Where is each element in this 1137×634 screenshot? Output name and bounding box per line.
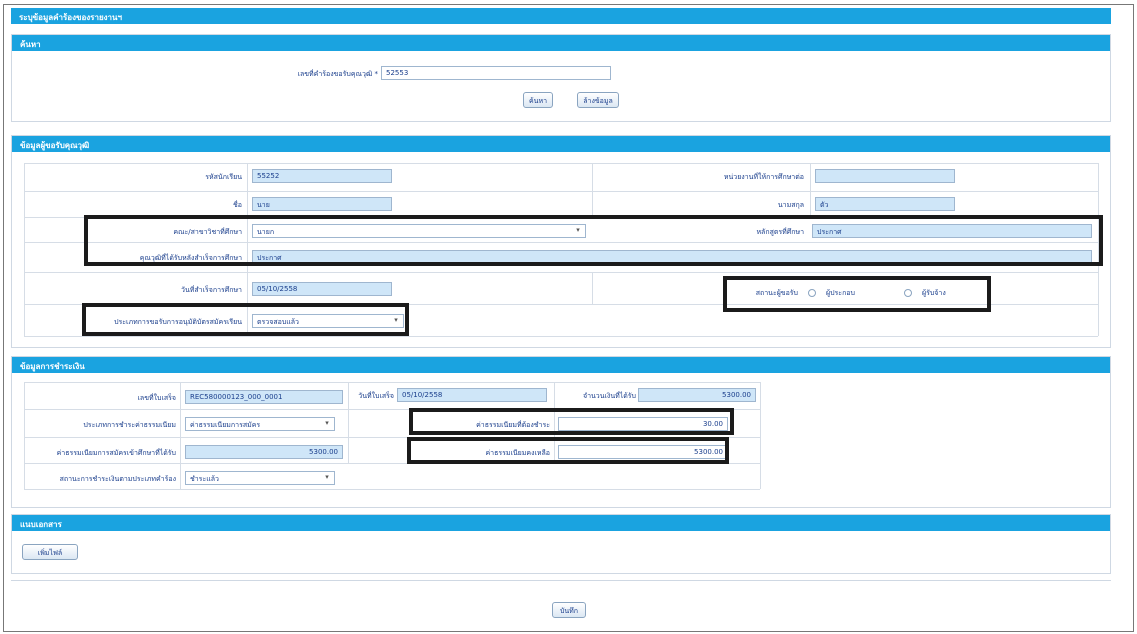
payment-status-select[interactable]: ชำระแล้ว ▾ <box>185 471 335 485</box>
add-file-button[interactable]: เพิ่มไฟล์ <box>22 544 78 560</box>
student-id-label: รหัสนักเรียน <box>205 173 242 181</box>
grid-line <box>24 242 1098 243</box>
grid-line <box>1098 163 1099 336</box>
receipt-date-field[interactable]: 05/10/2558 <box>397 388 547 402</box>
applicant-section: ข้อมูลผู้ขอรับคุณวุฒิ รหัสนักเรียน 55252… <box>11 135 1111 348</box>
approval-type-select[interactable]: ตรวจสอบแล้ว ▾ <box>252 314 404 328</box>
grid-line <box>760 382 761 489</box>
doc-number-input[interactable]: 52553 <box>381 66 611 80</box>
grid-line <box>24 336 1098 337</box>
fee-paid-label: ค่าธรรมเนียมที่ต้องชำระ <box>476 421 550 429</box>
attachments-section: แนบเอกสาร เพิ่มไฟล์ <box>11 514 1111 574</box>
grid-line <box>24 163 25 336</box>
remaining-fee-label: ค่าธรรมเนียมคงเหลือ <box>485 449 550 457</box>
graduation-date-field[interactable]: 05/10/2558 <box>252 282 392 296</box>
program-field[interactable]: ประกาศ <box>812 224 1092 238</box>
grid-line <box>24 463 760 464</box>
window-title: ระบุข้อมูลคำร้องของรายงานฯ <box>11 8 1111 24</box>
surname-field[interactable]: ตัว <box>815 197 955 211</box>
search-button[interactable]: ค้นหา <box>523 92 553 108</box>
fee-section: ข้อมูลการชำระเงิน เลขที่ใบเสร็จ REC58000… <box>11 356 1111 508</box>
faculty-select-value: นายก <box>257 228 275 236</box>
chevron-down-icon: ▾ <box>325 419 329 427</box>
program-label: หลักสูตรที่ศึกษา <box>756 228 804 236</box>
payment-status-label: สถานะการชำระเงินตามประเภทคำร้อง <box>59 475 176 483</box>
grid-line <box>24 382 25 489</box>
total-received-label: จำนวนเงินที่ได้รับ <box>582 392 636 400</box>
faculty-select[interactable]: นายก ▾ <box>252 224 586 238</box>
degree-label: คุณวุฒิที่ได้รับหลังสำเร็จการศึกษา <box>139 254 242 262</box>
grid-line <box>180 382 181 489</box>
grid-line <box>592 272 593 304</box>
receipt-no-field[interactable]: REC580000123_000_0001 <box>185 390 343 404</box>
applicant-section-header: ข้อมูลผู้ขอรับคุณวุฒิ <box>12 136 1110 152</box>
doc-number-label: เลขที่คำร้องขอรับคุณวุฒิ * <box>297 70 378 78</box>
fee-section-header: ข้อมูลการชำระเงิน <box>12 357 1110 373</box>
name-label: ชื่อ <box>233 201 242 209</box>
footer-divider <box>11 580 1111 581</box>
status-label: สถานะผู้ขอรับ <box>755 289 798 297</box>
status-radio-employer[interactable] <box>808 289 816 297</box>
grid-line <box>24 437 760 438</box>
graduation-date-label: วันที่สำเร็จการศึกษา <box>181 286 242 294</box>
grid-line <box>247 163 248 336</box>
student-id-field[interactable]: 55252 <box>252 169 392 183</box>
institution-field[interactable] <box>815 169 955 183</box>
status-option-employer: ผู้ประกอบ <box>826 289 855 297</box>
attachments-section-header: แนบเอกสาร <box>12 515 1110 531</box>
approval-type-label: ประเภทการขอรับการอนุมัติบัตรสมัครเรียน <box>114 318 242 326</box>
chevron-down-icon: ▾ <box>576 226 580 234</box>
fee-amount-field[interactable]: 5300.00 <box>185 445 343 459</box>
search-section: ค้นหา เลขที่คำร้องขอรับคุณวุฒิ * 52553 ค… <box>11 34 1111 122</box>
faculty-label: คณะ/สาขาวิชาที่ศึกษา <box>173 228 242 236</box>
approval-type-value: ตรวจสอบแล้ว <box>257 318 299 326</box>
save-button[interactable]: บันทึก <box>552 602 586 618</box>
status-radio-contractor[interactable] <box>904 289 912 297</box>
remaining-fee-field[interactable]: 5300.00 <box>558 445 728 459</box>
grid-line <box>24 489 760 490</box>
fee-type-value: ค่าธรรมเนียมการสมัคร <box>190 421 261 429</box>
chevron-down-icon: ▾ <box>394 316 398 324</box>
grid-line <box>24 409 760 410</box>
receipt-no-label: เลขที่ใบเสร็จ <box>137 394 176 402</box>
payment-status-value: ชำระแล้ว <box>190 475 219 483</box>
grid-line <box>24 191 1098 192</box>
name-field[interactable]: นาย <box>252 197 392 211</box>
receipt-date-label: วันที่ใบเสร็จ <box>358 392 394 400</box>
grid-line <box>24 217 1098 218</box>
grid-line <box>24 382 760 383</box>
chevron-down-icon: ▾ <box>325 473 329 481</box>
grid-line <box>24 163 1098 164</box>
search-section-header: ค้นหา <box>12 35 1110 51</box>
degree-field[interactable]: ประกาศ <box>252 250 1092 264</box>
total-received-field[interactable]: 5300.00 <box>638 388 756 402</box>
clear-button[interactable]: ล้างข้อมูล <box>577 92 619 108</box>
fee-type-label: ประเภทการชำระค่าธรรมเนียม <box>83 421 176 429</box>
fee-type-select[interactable]: ค่าธรรมเนียมการสมัคร ▾ <box>185 417 335 431</box>
grid-line <box>24 272 1098 273</box>
fee-paid-field[interactable]: 30.00 <box>558 417 728 431</box>
status-option-contractor: ผู้รับจ้าง <box>922 289 946 297</box>
grid-line <box>592 163 593 217</box>
grid-line <box>24 304 1098 305</box>
institution-label: หน่วยงานที่ให้การศึกษาต่อ <box>723 173 804 181</box>
grid-line <box>810 163 811 217</box>
fee-amount-label: ค่าธรรมเนียมการสมัครเข้าศึกษาที่ได้รับ <box>56 449 176 457</box>
surname-label: นามสกุล <box>777 201 804 209</box>
